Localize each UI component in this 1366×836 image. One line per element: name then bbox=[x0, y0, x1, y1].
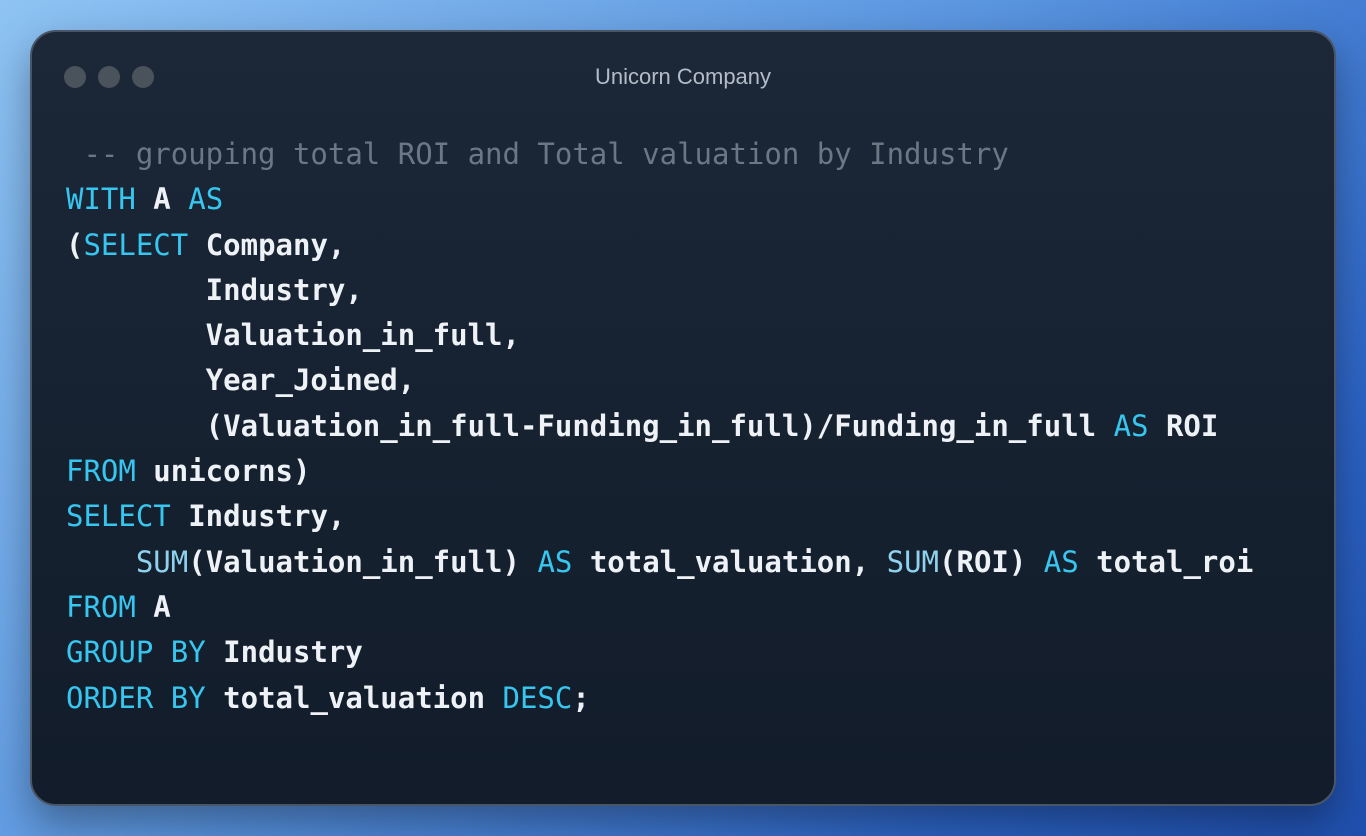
code-token-identifier: Industry, bbox=[170, 499, 346, 534]
code-token-identifier: total_valuation bbox=[205, 680, 503, 715]
code-token-keyword: DESC bbox=[502, 680, 573, 715]
code-line: ORDER BY total_valuation DESC; bbox=[66, 676, 1253, 721]
code-token-identifier: unicorns) bbox=[135, 454, 311, 489]
code-line: SELECT Industry, bbox=[66, 494, 1253, 539]
code-token-function: SUM bbox=[886, 544, 940, 579]
code-token-function: SUM bbox=[135, 544, 189, 579]
code-token-keyword: WITH bbox=[66, 182, 136, 217]
code-line: Valuation_in_full, bbox=[66, 313, 1253, 358]
code-token-keyword: SELECT bbox=[66, 499, 171, 534]
code-token-keyword: SELECT bbox=[83, 227, 189, 262]
code-token-keyword: ORDER BY bbox=[66, 680, 206, 715]
code-token-keyword: AS bbox=[1043, 544, 1079, 579]
code-token-identifier: total_valuation, bbox=[572, 544, 887, 579]
code-token-keyword: FROM bbox=[66, 454, 136, 489]
code-line: FROM A bbox=[66, 585, 1253, 630]
code-token-keyword: AS bbox=[537, 544, 573, 579]
code-line: FROM unicorns) bbox=[66, 449, 1253, 494]
code-line: (SELECT Company, bbox=[66, 223, 1253, 268]
code-line: (Valuation_in_full-Funding_in_full)/Fund… bbox=[66, 404, 1253, 449]
code-token-identifier: total_roi bbox=[1078, 544, 1254, 579]
window-title: Unicorn Company bbox=[594, 64, 772, 89]
code-token-keyword: AS bbox=[1113, 408, 1149, 443]
code-line: WITH A AS bbox=[66, 177, 1253, 222]
code-token-keyword: GROUP BY bbox=[66, 635, 206, 670]
code-line: GROUP BY Industry bbox=[66, 630, 1253, 675]
code-line: SUM(Valuation_in_full) AS total_valuatio… bbox=[66, 540, 1253, 585]
code-line: Industry, bbox=[66, 268, 1253, 313]
code-token-identifier: (Valuation_in_full) bbox=[188, 544, 538, 579]
code-token-identifier: ; bbox=[572, 680, 590, 715]
code-token-identifier: Industry, bbox=[66, 272, 363, 307]
code-token-identifier: A bbox=[135, 182, 189, 217]
code-token-identifier: ROI bbox=[1148, 408, 1219, 443]
code-line: -- grouping total ROI and Total valuatio… bbox=[66, 132, 1253, 177]
code-line: Year_Joined, bbox=[66, 358, 1253, 403]
code-token-keyword: FROM bbox=[66, 589, 136, 624]
code-token-identifier: ( bbox=[66, 227, 84, 262]
code-token-identifier: Year_Joined, bbox=[66, 363, 416, 398]
code-token-identifier bbox=[66, 545, 136, 579]
code-token-identifier: Company, bbox=[188, 227, 346, 262]
code-token-keyword: AS bbox=[188, 182, 224, 217]
code-token-identifier: (Valuation_in_full-Funding_in_full)/Fund… bbox=[66, 408, 1114, 443]
code-token-identifier: Valuation_in_full, bbox=[66, 318, 520, 353]
code-token-identifier: Industry bbox=[205, 635, 363, 670]
code-block: -- grouping total ROI and Total valuatio… bbox=[66, 132, 1253, 721]
code-token-identifier: A bbox=[135, 589, 171, 624]
code-window: Unicorn Company -- grouping total ROI an… bbox=[30, 30, 1336, 806]
code-token-comment: -- grouping total ROI and Total valuatio… bbox=[66, 137, 1009, 171]
title-bar: Unicorn Company bbox=[32, 32, 1334, 122]
code-token-identifier: (ROI) bbox=[939, 544, 1044, 579]
